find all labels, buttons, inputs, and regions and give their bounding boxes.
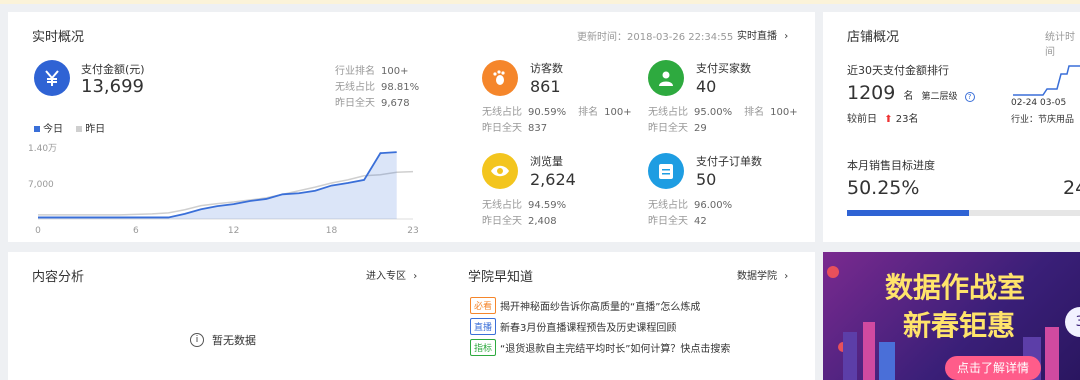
chevron-right-icon: ›	[784, 271, 789, 282]
arrow-up-icon: ⬆	[884, 114, 893, 125]
clipboard-icon	[648, 153, 684, 189]
academy-news-item[interactable]: 必看 揭开神秘面纱告诉你高质量的“直播”怎么炼成	[470, 297, 700, 314]
kpi-value: 861	[530, 77, 561, 96]
footprint-icon	[482, 60, 518, 96]
academy-news-item[interactable]: 直播 新春3月份直播课程预告及历史课程回顾	[470, 318, 676, 335]
stat-time-link[interactable]: 统计时间	[1045, 28, 1080, 58]
industry-label: 行业：节庆用品	[1011, 115, 1075, 125]
kpi-value: 40	[696, 77, 717, 96]
kpi-wireless: 无线占比 95.00% 排名 100+	[648, 107, 798, 118]
goal-progress-track	[847, 210, 1080, 216]
academy-news-item[interactable]: 指标 “退货退款自主完结平均时长”如何计算？快点击搜索	[470, 339, 730, 356]
news-tag: 指标	[470, 339, 497, 356]
pay-amount-label: 支付金额(元)	[81, 63, 145, 76]
empty-state: i 暂无数据	[190, 332, 256, 348]
eye-icon	[482, 153, 518, 189]
realtime-title: 实时概况	[32, 30, 85, 45]
pay-stat-rank: 行业排名 100+	[335, 66, 409, 77]
rank-value: 1209	[847, 82, 896, 104]
news-text: “退货退款自主完结平均时长”如何计算？快点击搜索	[500, 344, 731, 355]
live-link-label: 实时直播	[737, 31, 777, 42]
kpi-label: 支付买家数	[696, 62, 751, 75]
y-tick-label: 7,000	[28, 180, 54, 190]
rank-trend-sparkline	[1013, 65, 1080, 96]
help-icon[interactable]: ?	[964, 92, 975, 102]
news-text: 揭开神秘面纱告诉你高质量的“直播”怎么炼成	[500, 302, 701, 313]
realtime-overview-card: 实时概况 更新时间：2018-03-26 22:34:55 实时直播 › 支付金…	[8, 12, 815, 242]
y-tick-label: 1.40万	[28, 144, 57, 154]
banner-button[interactable]: 点击了解详情	[945, 356, 1041, 380]
chevron-right-icon: ›	[784, 31, 789, 42]
goal-title: 本月销售目标进度	[847, 159, 935, 172]
live-link[interactable]: 实时直播 ›	[737, 27, 788, 42]
legend-today[interactable]: 今日	[34, 124, 63, 135]
banner-line1: 数据作战室	[885, 271, 1026, 304]
pay-stat-wireless: 无线占比 98.81%	[335, 82, 420, 93]
legend-yesterday[interactable]: 昨日	[76, 124, 105, 135]
yen-icon	[34, 60, 70, 96]
goal-percent: 50.25%	[847, 177, 920, 199]
kpi-wireless: 无线占比 96.00%	[648, 200, 733, 211]
rank-title: 近30天支付金额排行	[847, 64, 949, 77]
kpi-label: 支付子订单数	[696, 155, 762, 168]
kpi-value: 50	[696, 170, 717, 189]
promo-banner[interactable]: 数据作战室 新春钜惠 3 点击了解详情	[823, 252, 1080, 380]
banner-line2: 新春钜惠	[903, 309, 1016, 342]
enter-zone-link[interactable]: 进入专区 ›	[366, 267, 417, 282]
x-tick-label: 23	[407, 226, 418, 236]
kpi-yesterday: 昨日全天 837	[482, 123, 548, 134]
chart-legend: 今日 昨日	[34, 120, 105, 135]
kpi-yesterday: 昨日全天 2,408	[482, 216, 557, 227]
series-area-today	[38, 152, 397, 219]
trend-dates: 02-24 03-05	[1011, 98, 1067, 108]
kpi-wireless: 无线占比 94.59%	[482, 200, 567, 211]
realtime-chart: 1.40万 7,000 0 6 12 18 23	[28, 144, 419, 236]
kpi-value: 2,624	[530, 170, 576, 189]
news-tag: 必看	[470, 297, 497, 314]
chevron-right-icon: ›	[413, 271, 418, 282]
data-academy-link[interactable]: 数据学院 ›	[737, 267, 788, 282]
x-tick-label: 12	[228, 226, 239, 236]
kpi-wireless: 无线占比 90.59% 排名 100+	[482, 107, 632, 118]
rank-unit: 名	[903, 91, 914, 102]
compare-row: 较前日 ⬆ 23名	[847, 114, 919, 125]
update-time: 更新时间：2018-03-26 22:34:55	[577, 32, 734, 43]
x-tick-label: 6	[133, 226, 139, 236]
info-icon: i	[190, 333, 204, 347]
pay-amount-value: 13,699	[81, 76, 144, 97]
kpi-yesterday: 昨日全天 29	[648, 123, 707, 134]
store-title: 店铺概况	[847, 30, 900, 45]
content-title: 内容分析	[32, 270, 85, 285]
news-text: 新春3月份直播课程预告及历史课程回顾	[500, 323, 677, 334]
user-icon	[648, 60, 684, 96]
academy-title: 学院早知道	[468, 270, 534, 285]
goal-progress-fill	[847, 210, 969, 216]
news-tag: 直播	[470, 318, 497, 335]
kpi-label: 访客数	[530, 62, 563, 75]
top-notice-bar	[0, 0, 1080, 4]
pay-stat-yesterday: 昨日全天 9,678	[335, 98, 410, 109]
kpi-yesterday: 昨日全天 42	[648, 216, 707, 227]
content-analysis-card: 内容分析 进入专区 › i 暂无数据 学院早知道 数据学院 ›	[8, 252, 815, 380]
kpi-label: 浏览量	[530, 155, 563, 168]
store-overview-card: 店铺概况 统计时间 近30天支付金额排行 1209 名 第二层级 ? 较前日 ⬆…	[823, 12, 1080, 242]
x-tick-label: 18	[326, 226, 338, 236]
x-tick-label: 0	[35, 226, 41, 236]
rank-value-row: 1209 名 第二层级 ?	[847, 82, 975, 104]
compare-value: 23名	[895, 114, 919, 125]
goal-right-value: 24	[1063, 177, 1080, 199]
tier-label: 第二层级	[921, 92, 958, 102]
